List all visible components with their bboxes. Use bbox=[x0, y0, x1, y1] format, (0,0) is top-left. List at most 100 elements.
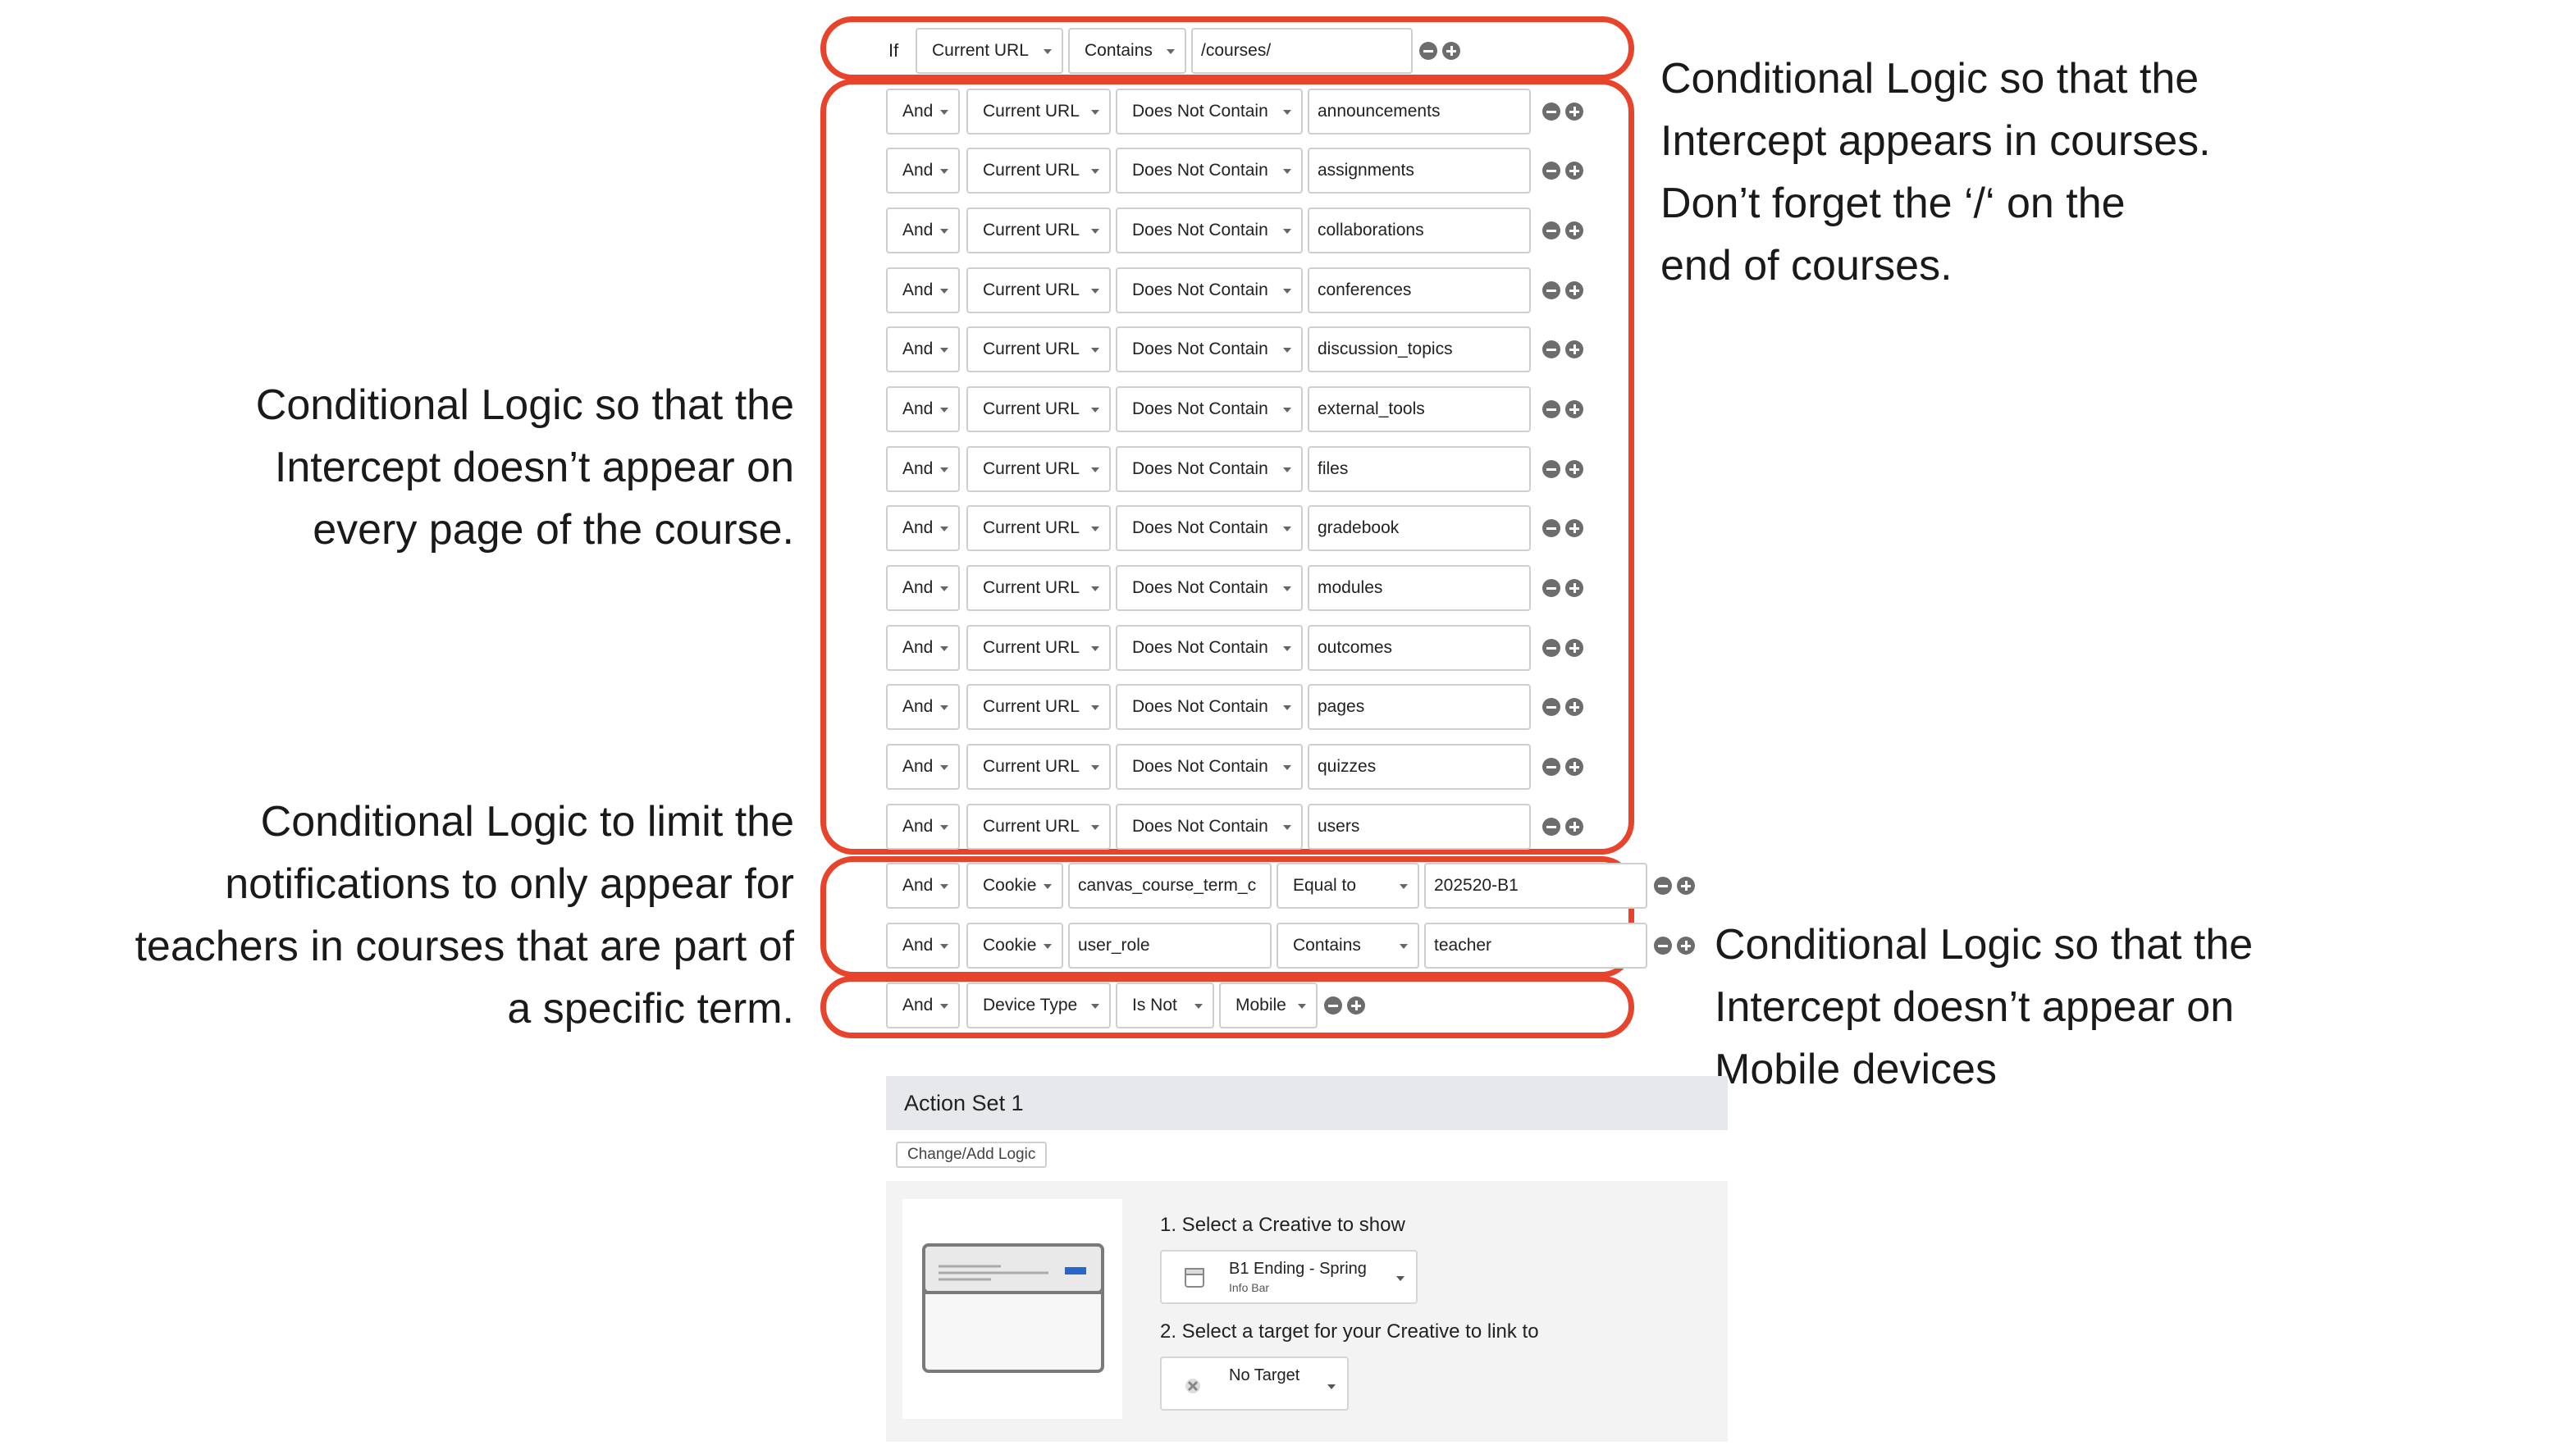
add-condition-icon[interactable] bbox=[1565, 460, 1583, 478]
conjunction-select[interactable]: And bbox=[886, 625, 960, 671]
conjunction-select[interactable]: And bbox=[886, 505, 960, 551]
operator-select[interactable]: Equal to bbox=[1277, 863, 1419, 909]
value-input[interactable]: files bbox=[1308, 446, 1531, 492]
creative-select[interactable]: B1 Ending - Spring Info Bar bbox=[1160, 1250, 1418, 1304]
value-input[interactable]: external_tools bbox=[1308, 386, 1531, 432]
remove-condition-icon[interactable] bbox=[1542, 818, 1560, 836]
remove-condition-icon[interactable] bbox=[1542, 698, 1560, 716]
operator-select[interactable]: Does Not Contain bbox=[1116, 89, 1303, 135]
remove-condition-icon[interactable] bbox=[1654, 937, 1672, 955]
value-input[interactable]: /courses/ bbox=[1191, 28, 1413, 74]
operator-select[interactable]: Does Not Contain bbox=[1116, 207, 1303, 253]
operator-select[interactable]: Contains bbox=[1068, 28, 1186, 74]
field-select[interactable]: Current URL bbox=[966, 207, 1111, 253]
operator-select[interactable]: Is Not bbox=[1116, 983, 1214, 1028]
operator-select[interactable]: Does Not Contain bbox=[1116, 804, 1303, 850]
operator-select[interactable]: Does Not Contain bbox=[1116, 386, 1303, 432]
conjunction-select[interactable]: And bbox=[886, 89, 960, 135]
cookie-name-input[interactable]: user_role bbox=[1068, 923, 1272, 969]
remove-condition-icon[interactable] bbox=[1542, 758, 1560, 776]
value-input[interactable]: collaborations bbox=[1308, 207, 1531, 253]
conjunction-select[interactable]: And bbox=[886, 923, 960, 969]
conjunction-select[interactable]: And bbox=[886, 983, 960, 1028]
value-input[interactable]: assignments bbox=[1308, 148, 1531, 194]
operator-select[interactable]: Does Not Contain bbox=[1116, 684, 1303, 730]
field-select[interactable]: Current URL bbox=[966, 386, 1111, 432]
value-input[interactable]: teacher bbox=[1424, 923, 1647, 969]
conjunction-select[interactable]: And bbox=[886, 565, 960, 611]
value-input[interactable]: gradebook bbox=[1308, 505, 1531, 551]
field-select[interactable]: Current URL bbox=[966, 446, 1111, 492]
conjunction-select[interactable]: And bbox=[886, 684, 960, 730]
add-condition-icon[interactable] bbox=[1565, 340, 1583, 358]
add-condition-icon[interactable] bbox=[1565, 281, 1583, 299]
add-condition-icon[interactable] bbox=[1565, 400, 1583, 418]
conjunction-select[interactable]: And bbox=[886, 326, 960, 372]
value-input[interactable]: quizzes bbox=[1308, 744, 1531, 790]
field-select[interactable]: Current URL bbox=[966, 565, 1111, 611]
field-select[interactable]: Current URL bbox=[916, 28, 1063, 74]
add-condition-icon[interactable] bbox=[1565, 639, 1583, 657]
conjunction-select[interactable]: And bbox=[886, 804, 960, 850]
field-select[interactable]: Cookie bbox=[966, 863, 1063, 909]
value-input[interactable]: announcements bbox=[1308, 89, 1531, 135]
conjunction-select[interactable]: And bbox=[886, 446, 960, 492]
field-select[interactable]: Current URL bbox=[966, 267, 1111, 313]
field-select[interactable]: Current URL bbox=[966, 684, 1111, 730]
field-select[interactable]: Current URL bbox=[966, 505, 1111, 551]
add-condition-icon[interactable] bbox=[1565, 519, 1583, 537]
operator-select[interactable]: Does Not Contain bbox=[1116, 565, 1303, 611]
field-select[interactable]: Current URL bbox=[966, 148, 1111, 194]
conjunction-select[interactable]: And bbox=[886, 148, 960, 194]
remove-condition-icon[interactable] bbox=[1324, 996, 1342, 1015]
remove-condition-icon[interactable] bbox=[1542, 162, 1560, 180]
change-add-logic-button[interactable]: Change/Add Logic bbox=[896, 1142, 1048, 1168]
add-condition-icon[interactable] bbox=[1565, 221, 1583, 239]
field-select[interactable]: Current URL bbox=[966, 326, 1111, 372]
value-select[interactable]: Mobile bbox=[1219, 983, 1318, 1028]
add-condition-icon[interactable] bbox=[1565, 579, 1583, 597]
remove-condition-icon[interactable] bbox=[1542, 340, 1560, 358]
operator-select[interactable]: Does Not Contain bbox=[1116, 326, 1303, 372]
operator-select[interactable]: Does Not Contain bbox=[1116, 625, 1303, 671]
target-select[interactable]: No Target bbox=[1160, 1357, 1349, 1411]
cookie-name-input[interactable]: canvas_course_term_c bbox=[1068, 863, 1272, 909]
operator-select[interactable]: Does Not Contain bbox=[1116, 446, 1303, 492]
value-input[interactable]: conferences bbox=[1308, 267, 1531, 313]
operator-select[interactable]: Contains bbox=[1277, 923, 1419, 969]
add-condition-icon[interactable] bbox=[1442, 42, 1460, 60]
remove-condition-icon[interactable] bbox=[1542, 221, 1560, 239]
value-input[interactable]: outcomes bbox=[1308, 625, 1531, 671]
add-condition-icon[interactable] bbox=[1677, 877, 1695, 895]
remove-condition-icon[interactable] bbox=[1542, 519, 1560, 537]
remove-condition-icon[interactable] bbox=[1542, 103, 1560, 121]
add-condition-icon[interactable] bbox=[1347, 996, 1365, 1015]
add-condition-icon[interactable] bbox=[1677, 937, 1695, 955]
add-condition-icon[interactable] bbox=[1565, 698, 1583, 716]
operator-select[interactable]: Does Not Contain bbox=[1116, 744, 1303, 790]
conjunction-select[interactable]: And bbox=[886, 207, 960, 253]
value-input[interactable]: modules bbox=[1308, 565, 1531, 611]
field-select[interactable]: Current URL bbox=[966, 744, 1111, 790]
operator-select[interactable]: Does Not Contain bbox=[1116, 267, 1303, 313]
operator-select[interactable]: Does Not Contain bbox=[1116, 148, 1303, 194]
remove-condition-icon[interactable] bbox=[1542, 579, 1560, 597]
conjunction-select[interactable]: And bbox=[886, 267, 960, 313]
value-input[interactable]: discussion_topics bbox=[1308, 326, 1531, 372]
value-input[interactable]: pages bbox=[1308, 684, 1531, 730]
remove-condition-icon[interactable] bbox=[1542, 460, 1560, 478]
field-select[interactable]: Current URL bbox=[966, 89, 1111, 135]
remove-condition-icon[interactable] bbox=[1542, 639, 1560, 657]
remove-condition-icon[interactable] bbox=[1542, 400, 1560, 418]
field-select[interactable]: Device Type bbox=[966, 983, 1111, 1028]
field-select[interactable]: Current URL bbox=[966, 804, 1111, 850]
conjunction-select[interactable]: And bbox=[886, 386, 960, 432]
field-select[interactable]: Current URL bbox=[966, 625, 1111, 671]
value-input[interactable]: users bbox=[1308, 804, 1531, 850]
value-input[interactable]: 202520-B1 bbox=[1424, 863, 1647, 909]
add-condition-icon[interactable] bbox=[1565, 103, 1583, 121]
remove-condition-icon[interactable] bbox=[1419, 42, 1437, 60]
add-condition-icon[interactable] bbox=[1565, 818, 1583, 836]
add-condition-icon[interactable] bbox=[1565, 758, 1583, 776]
add-condition-icon[interactable] bbox=[1565, 162, 1583, 180]
